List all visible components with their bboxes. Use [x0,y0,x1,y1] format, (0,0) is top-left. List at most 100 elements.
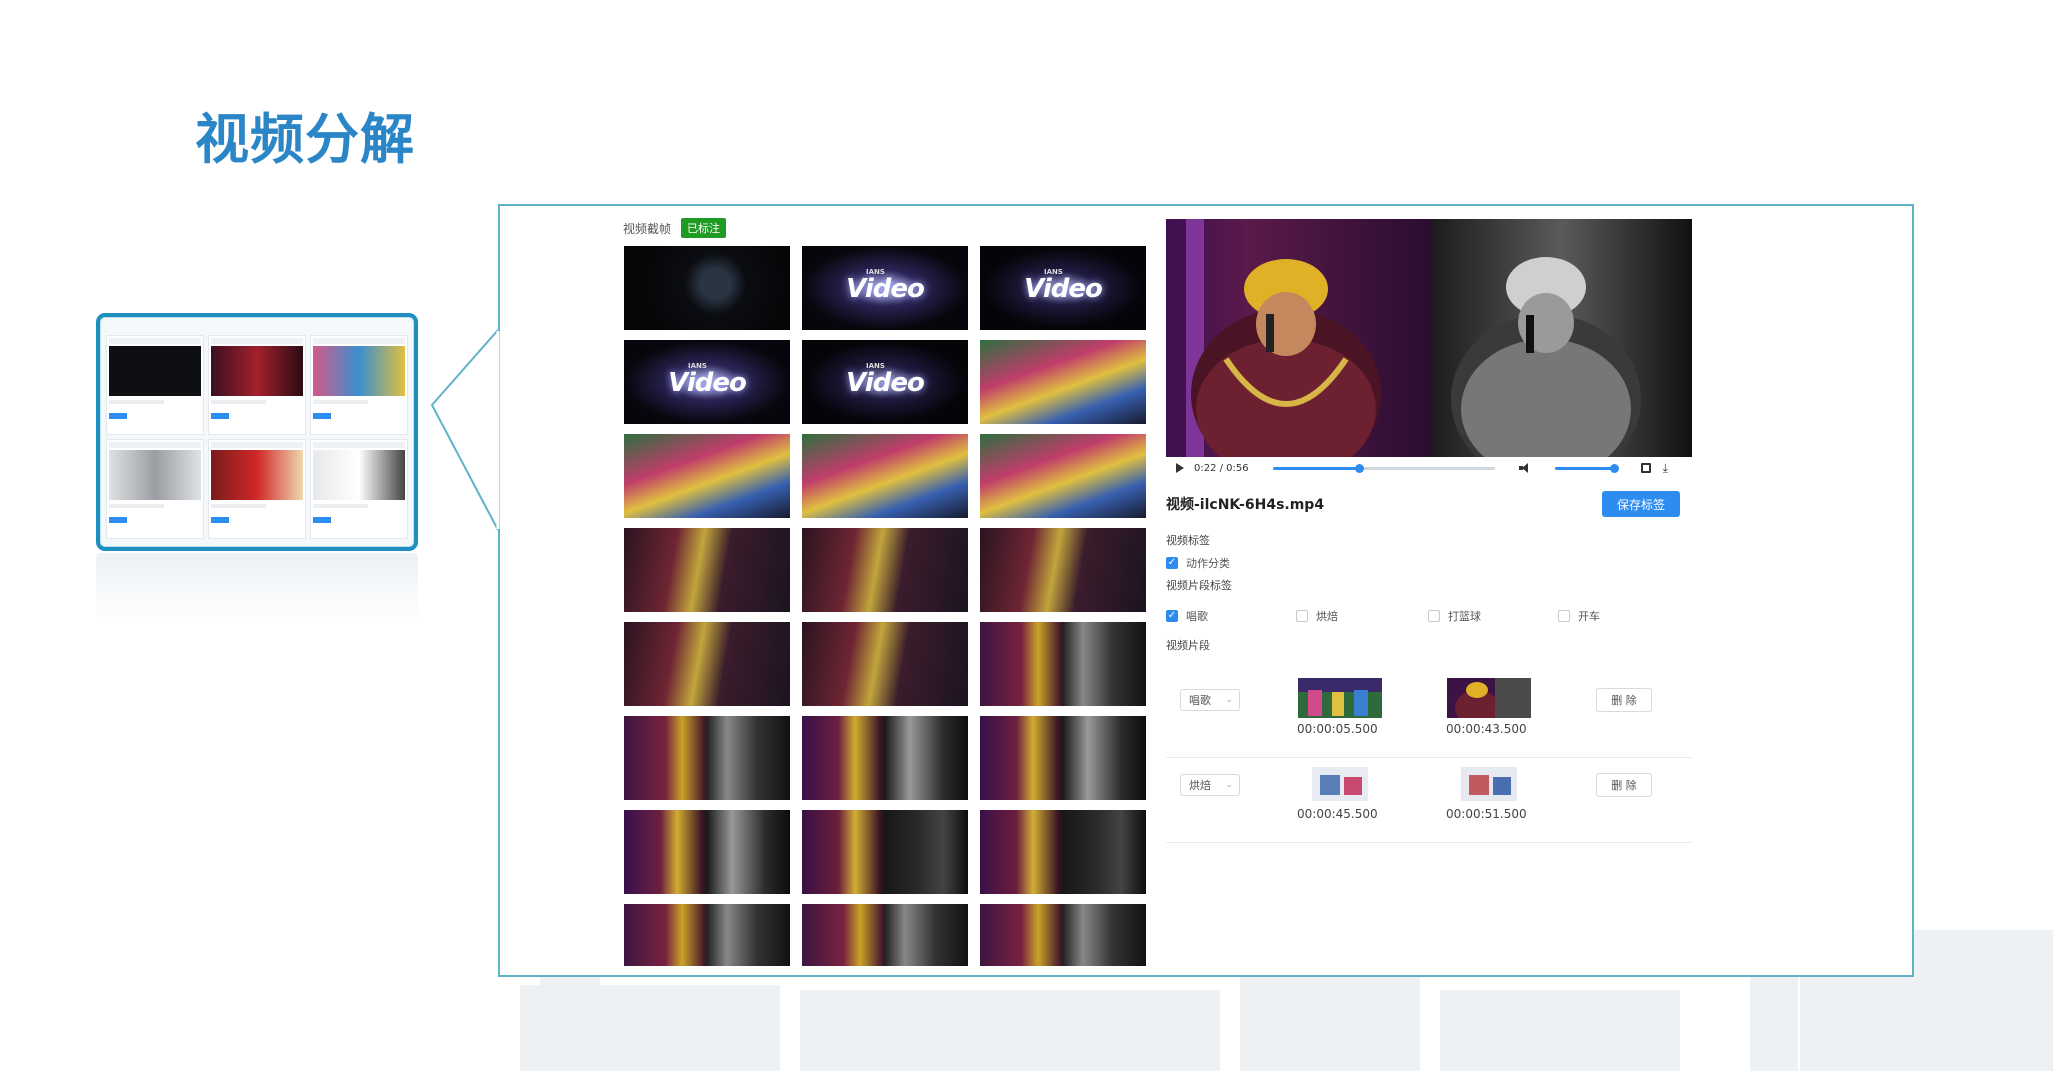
frame-thumbnail[interactable]: IANS Video [802,246,968,330]
checkbox[interactable] [1558,610,1570,622]
video-file-name: 视频-ilcNK-6H4s.mp4 [1166,497,1325,513]
progress-slider[interactable] [1272,463,1495,473]
segment-tag-baking[interactable]: 烘焙 [1296,608,1338,624]
frame-thumbnail[interactable] [624,904,790,966]
fullscreen-icon[interactable] [1640,463,1651,473]
frame-thumbnail[interactable] [980,716,1146,800]
frame-thumbnail[interactable]: IANS Video [624,340,790,424]
frames-label: 视频截帧 [623,221,672,236]
frame-logo-text: Video [1024,274,1103,304]
frame-image [624,904,790,966]
frame-thumbnail[interactable] [980,810,1146,894]
frame-thumbnail[interactable] [802,622,968,706]
thumbnail-header [100,317,414,333]
frame-thumbnail[interactable] [624,528,790,612]
video-tag-item[interactable]: 动作分类 [1166,555,1230,571]
delete-segment-button[interactable]: 删 除 [1596,773,1652,797]
segment-start-time: 00:00:45.500 [1297,807,1378,821]
frame-image [980,904,1146,966]
thumbnail-card [208,335,306,435]
frame-thumbnail[interactable] [802,904,968,966]
time-display: 0:22 / 0:56 [1194,462,1249,474]
checkbox[interactable] [1166,557,1178,569]
frame-image [624,434,790,518]
frame-image [624,716,790,800]
segment-end-time: 00:00:43.500 [1446,722,1527,736]
frame-thumbnail[interactable] [802,716,968,800]
frame-thumbnail[interactable] [980,528,1146,612]
segment-category-select[interactable]: 烘焙 ⌄ [1180,774,1240,796]
volume-fill [1554,466,1614,470]
frame-thumbnail[interactable]: IANS Video [802,340,968,424]
checkbox-label: 开车 [1578,610,1600,623]
frame-image [802,528,968,612]
chevron-down-icon: ⌄ [1225,695,1233,705]
thumbnail-card [310,335,408,435]
slide-title: 视频分解 [195,108,415,171]
frame-thumbnail[interactable] [980,340,1146,424]
thumbnail-preview [96,313,418,551]
checkbox[interactable] [1166,610,1178,622]
frame-image [980,434,1146,518]
frame-image [802,904,968,966]
frame-image [980,528,1146,612]
segment-start-thumbnail [1298,763,1382,803]
player-controls: 0:22 / 0:56 ⤓ [1166,457,1692,477]
frame-image [802,810,968,894]
checkbox-label: 烘焙 [1316,610,1338,623]
volume-icon[interactable] [1518,463,1531,473]
checkbox[interactable] [1296,610,1308,622]
volume-slider[interactable] [1554,463,1619,473]
frame-thumbnail[interactable] [980,904,1146,966]
frame-thumbnail[interactable] [624,716,790,800]
segment-end-thumbnail [1447,678,1531,718]
play-icon[interactable] [1176,463,1184,473]
frame-thumbnail[interactable] [624,246,790,330]
segment-start-thumbnail [1298,678,1382,718]
segment-start-time: 00:00:05.500 [1297,722,1378,736]
segment-tag-driving[interactable]: 开车 [1558,608,1600,624]
segment-tags-label: 视频片段标签 [1166,579,1232,592]
segments-label: 视频片段 [1166,639,1210,652]
frame-image [980,340,1146,424]
segment-category-select[interactable]: 唱歌 ⌄ [1180,689,1240,711]
frame-thumbnail[interactable] [802,434,968,518]
volume-knob[interactable] [1609,463,1619,473]
frame-thumbnail[interactable] [802,810,968,894]
thumbnail-reflection [96,553,418,623]
frame-image [624,528,790,612]
slide: 视频分解 视频截帧 已标注 IANS Video IANS Video IANS Vide… [0,0,2053,1071]
thumbnail-card [106,335,204,435]
frame-logo-text: Video [668,368,747,398]
frame-thumbnail[interactable] [624,810,790,894]
select-value: 唱歌 [1189,694,1211,707]
frame-logo-text: Video [846,274,925,304]
frame-image [802,434,968,518]
video-frame [1166,219,1692,457]
frame-thumbnail[interactable] [624,434,790,518]
frame-thumbnail[interactable]: IANS Video [980,246,1146,330]
segment-tag-singing[interactable]: 唱歌 [1166,608,1208,624]
divider [1166,842,1692,843]
frame-thumbnail[interactable] [624,622,790,706]
progress-fill [1272,466,1360,470]
video-player[interactable]: 0:22 / 0:56 ⤓ [1166,219,1692,477]
checkbox-label: 动作分类 [1186,557,1230,570]
checkbox[interactable] [1428,610,1440,622]
frame-image [980,716,1146,800]
frame-thumbnail[interactable] [980,434,1146,518]
segment-tag-basketball[interactable]: 打篮球 [1428,608,1481,624]
frame-image [802,622,968,706]
progress-knob[interactable] [1355,463,1365,473]
delete-segment-button[interactable]: 删 除 [1596,688,1652,712]
frames-header: 视频截帧 已标注 [623,218,727,238]
segment-row: 烘焙 ⌄ 00:00:45.500 00:00:51.500 删 除 [1166,763,1692,843]
frame-thumbnail[interactable] [802,528,968,612]
frame-image [802,716,968,800]
thumbnail-card [106,439,204,539]
save-tags-button[interactable]: 保存标签 [1602,491,1680,517]
frame-image [624,810,790,894]
download-icon[interactable]: ⤓ [1663,462,1668,474]
frame-thumbnail[interactable] [980,622,1146,706]
select-value: 烘焙 [1189,779,1211,792]
